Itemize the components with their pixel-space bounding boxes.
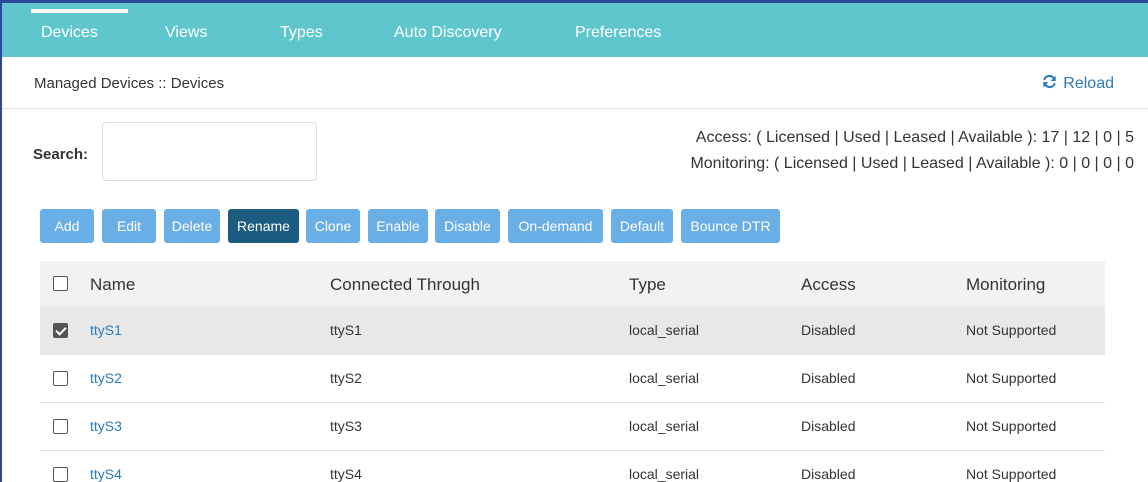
access-cell: Disabled xyxy=(801,322,856,338)
on-demand-button[interactable]: On-demand xyxy=(508,209,603,243)
type-cell: local_serial xyxy=(629,418,700,434)
monitoring-cell: Not Supported xyxy=(966,322,1057,338)
row-checkbox[interactable] xyxy=(53,323,68,338)
row-checkbox[interactable] xyxy=(53,467,68,482)
delete-button[interactable]: Delete xyxy=(164,209,220,243)
monitoring-cell: Not Supported xyxy=(966,466,1057,482)
access-license-summary: Access: ( Licensed | Used | Leased | Ava… xyxy=(695,129,1134,146)
table-header: Name Connected Through Type Access Monit… xyxy=(40,261,1105,307)
connected-through-cell: ttyS3 xyxy=(330,418,362,434)
type-cell: local_serial xyxy=(629,370,700,386)
column-header-connected-through[interactable]: Connected Through xyxy=(330,275,480,295)
connected-through-cell: ttyS2 xyxy=(330,370,362,386)
disable-button[interactable]: Disable xyxy=(435,209,500,243)
tab-views[interactable]: Views xyxy=(165,3,207,57)
search-input[interactable] xyxy=(102,122,317,181)
select-all-checkbox[interactable] xyxy=(53,276,68,291)
reload-label: Reload xyxy=(1063,75,1114,92)
access-cell: Disabled xyxy=(801,466,856,482)
monitoring-cell: Not Supported xyxy=(966,370,1057,386)
access-cell: Disabled xyxy=(801,370,856,386)
enable-button[interactable]: Enable xyxy=(368,209,428,243)
reload-button[interactable]: Reload xyxy=(1042,74,1114,94)
connected-through-cell: ttyS4 xyxy=(330,466,362,482)
column-header-monitoring[interactable]: Monitoring xyxy=(966,275,1045,295)
monitoring-license-summary: Monitoring: ( Licensed | Used | Leased |… xyxy=(690,155,1134,172)
column-header-access[interactable]: Access xyxy=(801,275,856,295)
table-row[interactable]: ttyS2 ttyS2 local_serial Disabled Not Su… xyxy=(40,355,1105,403)
add-button[interactable]: Add xyxy=(40,209,94,243)
tab-types[interactable]: Types xyxy=(280,3,323,57)
tab-devices[interactable]: Devices xyxy=(31,3,128,57)
row-checkbox[interactable] xyxy=(53,371,68,386)
device-name-link[interactable]: ttyS2 xyxy=(90,370,122,386)
type-cell: local_serial xyxy=(629,466,700,482)
column-header-name[interactable]: Name xyxy=(90,275,135,295)
table-row[interactable]: ttyS4 ttyS4 local_serial Disabled Not Su… xyxy=(40,451,1105,482)
device-name-link[interactable]: ttyS4 xyxy=(90,466,122,482)
table-row[interactable]: ttyS3 ttyS3 local_serial Disabled Not Su… xyxy=(40,403,1105,451)
type-cell: local_serial xyxy=(629,322,700,338)
connected-through-cell: ttyS1 xyxy=(330,322,362,338)
access-cell: Disabled xyxy=(801,418,856,434)
bounce-dtr-button[interactable]: Bounce DTR xyxy=(681,209,780,243)
refresh-icon xyxy=(1042,74,1057,94)
breadcrumb-bar: Managed Devices :: Devices Reload xyxy=(2,57,1148,109)
rename-button[interactable]: Rename xyxy=(228,209,299,243)
clone-button[interactable]: Clone xyxy=(306,209,360,243)
default-button[interactable]: Default xyxy=(611,209,673,243)
search-label: Search: xyxy=(33,146,89,163)
breadcrumb: Managed Devices :: Devices xyxy=(34,75,225,92)
device-name-link[interactable]: ttyS3 xyxy=(90,418,122,434)
tab-preferences[interactable]: Preferences xyxy=(575,3,661,57)
row-checkbox[interactable] xyxy=(53,419,68,434)
monitoring-cell: Not Supported xyxy=(966,418,1057,434)
tab-auto-discovery[interactable]: Auto Discovery xyxy=(394,3,502,57)
edit-button[interactable]: Edit xyxy=(102,209,156,243)
top-nav: Devices Views Types Auto Discovery Prefe… xyxy=(2,3,1148,57)
device-name-link[interactable]: ttyS1 xyxy=(90,322,122,338)
table-row[interactable]: ttyS1 ttyS1 local_serial Disabled Not Su… xyxy=(40,307,1105,355)
column-header-type[interactable]: Type xyxy=(629,275,666,295)
